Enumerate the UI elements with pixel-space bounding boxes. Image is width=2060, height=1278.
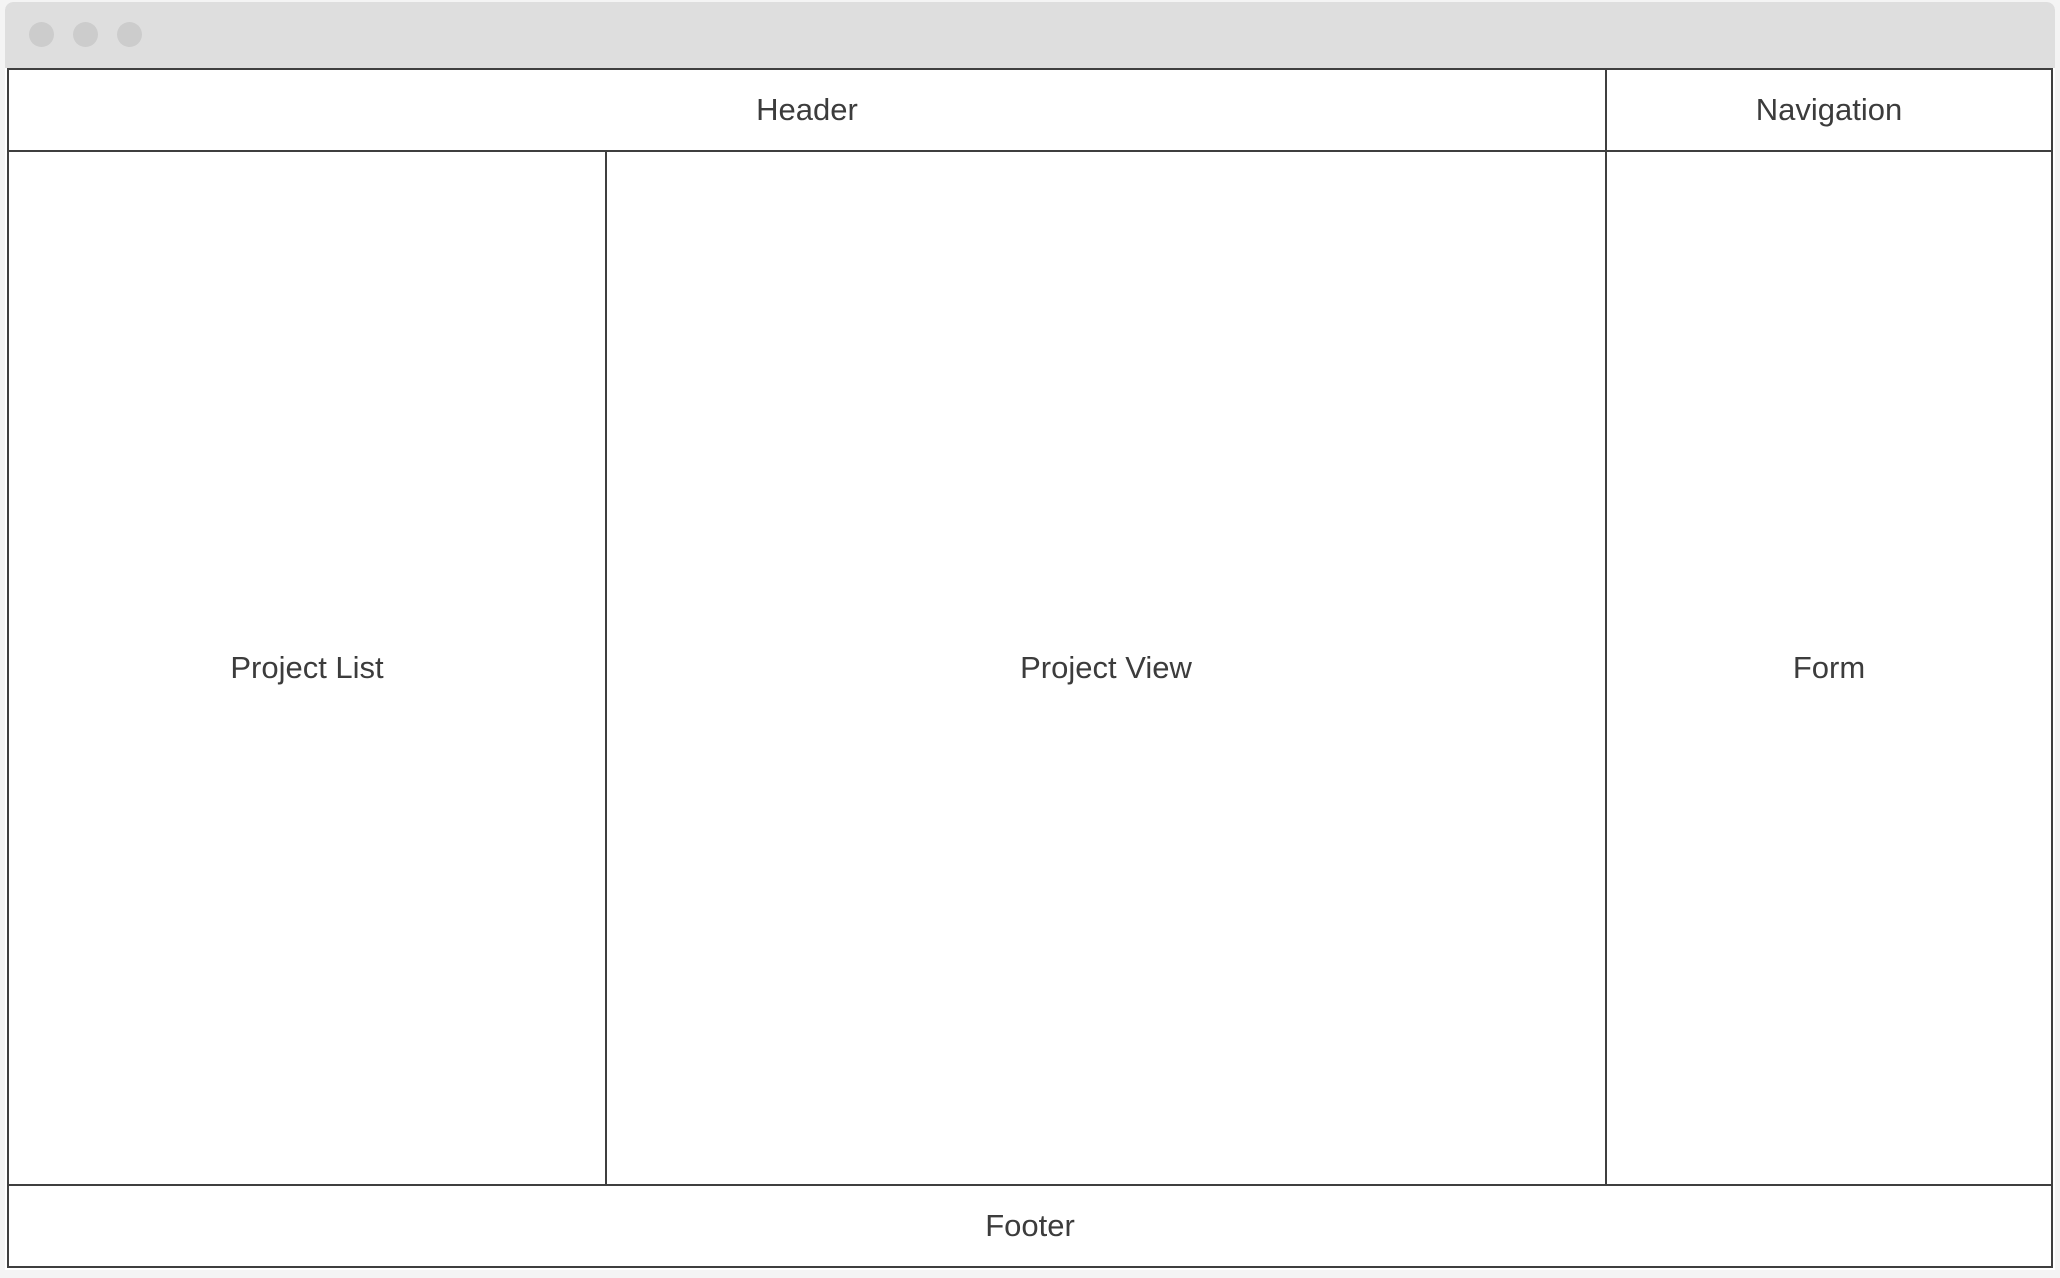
header-label: Header: [756, 92, 858, 127]
navigation-region: Navigation: [1605, 68, 2053, 152]
header-region: Header: [7, 68, 1607, 152]
window-close-dot-icon[interactable]: [29, 22, 54, 47]
footer-region: Footer: [7, 1184, 2053, 1268]
window-minimize-dot-icon[interactable]: [73, 22, 98, 47]
project-view-region: Project View: [605, 150, 1607, 1186]
form-label: Form: [1792, 650, 1866, 685]
project-view-label: Project View: [1020, 650, 1192, 685]
project-list-label: Project List: [230, 650, 384, 685]
window-titlebar[interactable]: [5, 2, 2055, 68]
form-region: Form: [1605, 150, 2053, 1186]
footer-label: Footer: [985, 1208, 1075, 1243]
app-window: Header Navigation Project List Project V…: [5, 2, 2055, 1270]
navigation-label: Navigation: [1755, 92, 1903, 127]
project-list-region: Project List: [7, 150, 607, 1186]
window-maximize-dot-icon[interactable]: [117, 22, 142, 47]
